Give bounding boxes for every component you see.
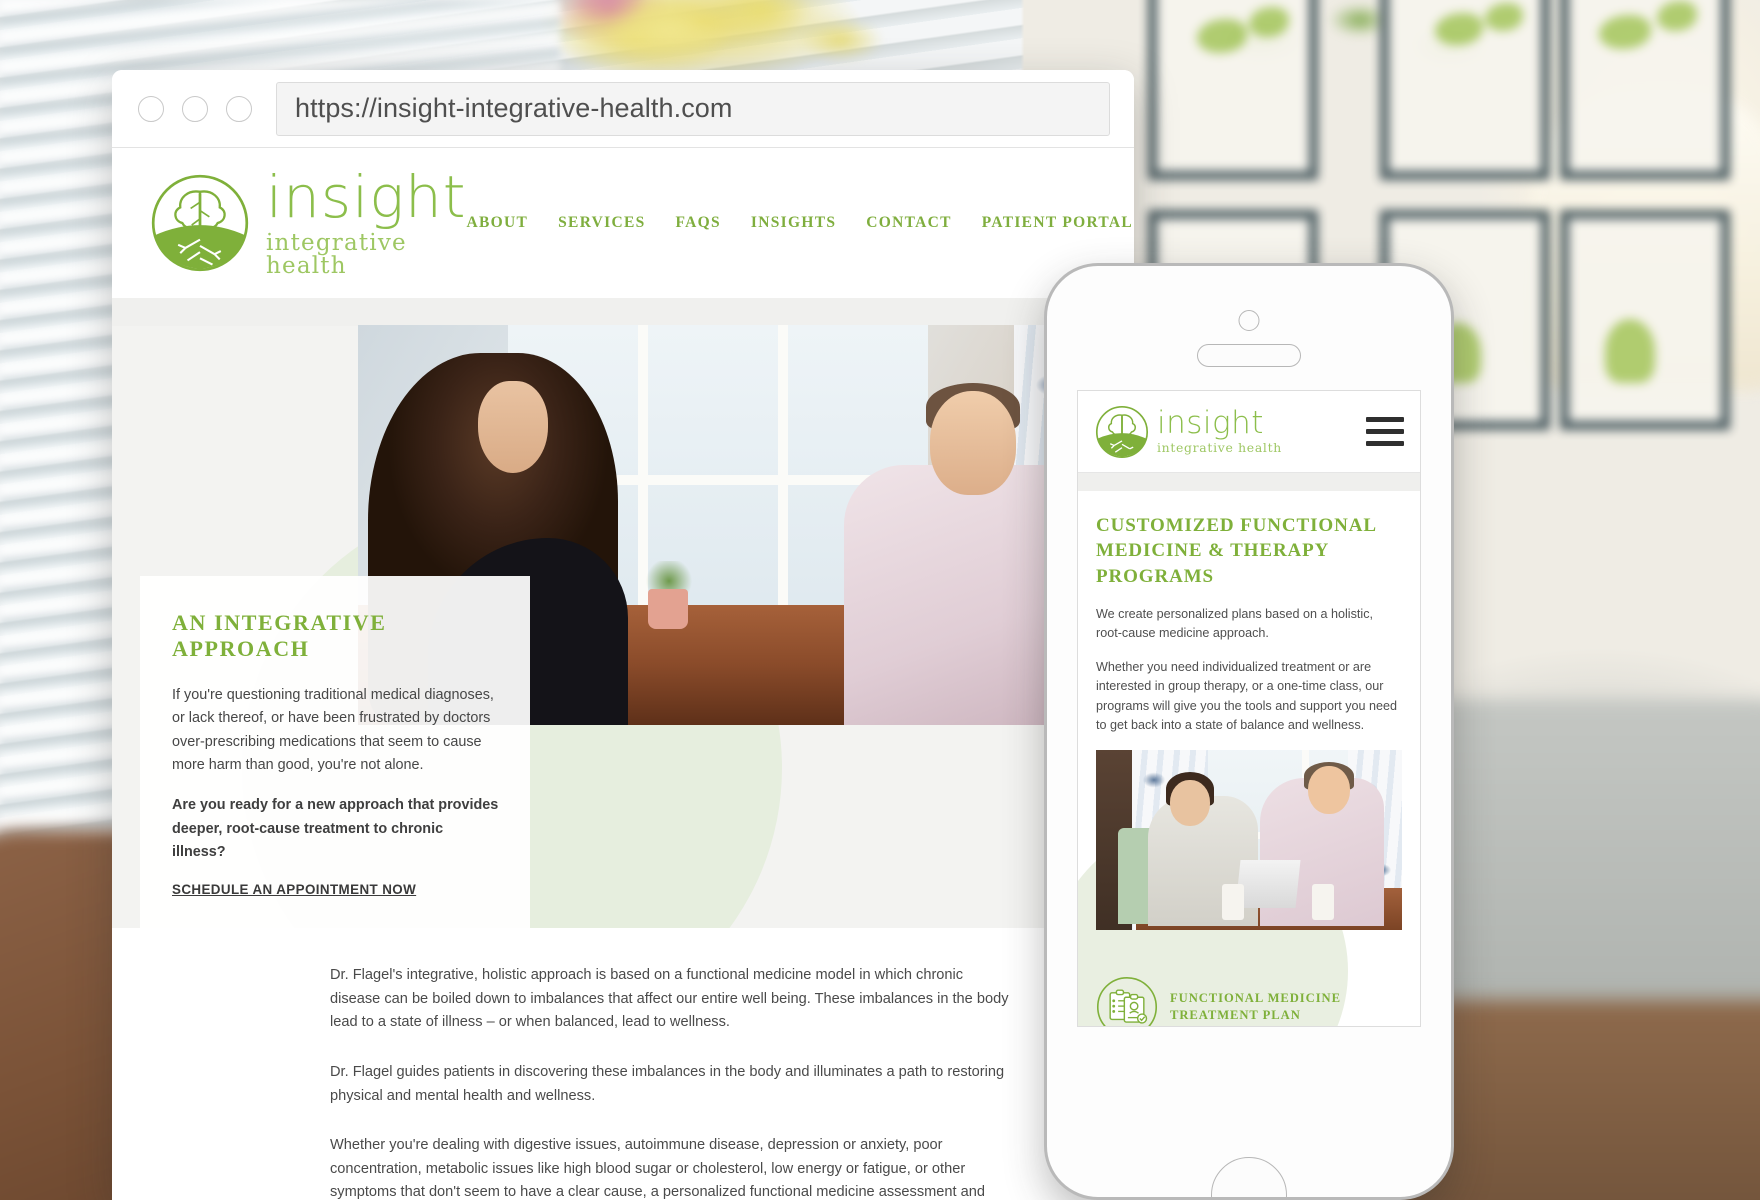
logo-wordmark: insight integrative health [266,168,467,278]
hero-section: AN INTEGRATIVE APPROACH If you're questi… [112,298,1134,928]
phone-photo-woman-head [1170,779,1210,826]
maximize-window-dot[interactable] [226,95,252,122]
hero-photo-pot [648,589,688,629]
hero-paragraph-2: Are you ready for a new approach that pr… [172,797,499,860]
phone-mockup: insight integrative health CUSTOMIZED FU… [1044,263,1454,1200]
phone-logo-tagline: integrative health [1157,440,1282,456]
close-window-dot[interactable] [138,95,164,122]
phone-service-card[interactable]: FUNCTIONAL MEDICINE TREATMENT PLAN [1078,930,1420,1026]
nav-item-faqs[interactable]: FAQS [676,214,721,232]
phone-home-button[interactable] [1211,1157,1287,1197]
phone-camera [1238,310,1260,331]
wall-frame-2 [1380,0,1550,180]
phone-paragraph-2: Whether you need individualized treatmen… [1096,659,1398,733]
schedule-appointment-link[interactable]: SCHEDULE AN APPOINTMENT NOW [172,882,416,897]
tree-brain-circle-icon [148,171,252,275]
minimize-window-dot[interactable] [182,95,208,122]
wall-frame-3 [1560,0,1730,180]
browser-toolbar: https://insight-integrative-health.com [112,70,1134,148]
hero-photo-patient-face [478,381,548,473]
intro-paragraph-2: Dr. Flagel guides patients in discoverin… [330,1063,1005,1104]
hero-text-card: AN INTEGRATIVE APPROACH If you're questi… [140,576,530,928]
phone-photo-mug-right [1312,883,1334,920]
wall-frame-6 [1560,210,1730,430]
phone-paragraph-1: We create personalized plans based on a … [1096,606,1373,641]
nav-item-about[interactable]: ABOUT [467,214,529,232]
hero-top-band [112,298,1134,326]
intro-paragraph-1: Dr. Flagel's integrative, holistic appro… [330,967,1009,1031]
address-bar[interactable]: https://insight-integrative-health.com [276,81,1110,136]
phone-photo-mug-left [1222,883,1244,920]
nav-item-services[interactable]: SERVICES [558,214,645,232]
phone-logo-wordmark: insight integrative health [1157,408,1282,454]
site-header: insight integrative health ABOUT SERVICE… [112,148,1134,298]
hamburger-menu-icon[interactable] [1366,417,1404,446]
wall-frame-1 [1148,0,1318,180]
phone-photo [1096,749,1402,930]
browser-window: https://insight-integrative-health.com i… [112,70,1134,1200]
hero-title: AN INTEGRATIVE APPROACH [172,610,387,661]
nav-item-patient-portal[interactable]: PATIENT PORTAL [982,214,1133,232]
phone-screen: insight integrative health CUSTOMIZED FU… [1077,390,1421,1027]
nav-item-insights[interactable]: INSIGHTS [751,214,836,232]
main-navigation: ABOUT SERVICES FAQS INSIGHTS CONTACT PAT… [467,214,1134,232]
site-logo[interactable]: insight integrative health [148,168,467,278]
phone-speaker [1197,344,1301,367]
window-controls[interactable] [138,95,252,122]
phone-logo-word: insight [1157,405,1264,442]
phone-content: CUSTOMIZED FUNCTIONAL MEDICINE & THERAPY… [1078,491,1420,1026]
hero-photo-doctor-head [930,391,1016,495]
phone-top-band [1078,473,1420,491]
phone-photo-man-head [1308,765,1350,814]
phone-photo-laptop [1235,859,1301,908]
phone-service-title: FUNCTIONAL MEDICINE TREATMENT PLAN [1170,991,1341,1022]
hero-paragraph-1: If you're questioning traditional medica… [172,687,494,773]
phone-section-title: CUSTOMIZED FUNCTIONAL MEDICINE & THERAPY… [1096,515,1376,587]
tree-brain-circle-icon [1094,404,1150,460]
address-bar-url: https://insight-integrative-health.com [295,93,733,123]
phone-site-header: insight integrative health [1078,391,1420,473]
nav-item-contact[interactable]: CONTACT [866,214,951,232]
intro-copy: Dr. Flagel's integrative, holistic appro… [112,928,1134,1200]
logo-tagline: integrative health [266,230,407,279]
logo-word: insight [266,163,467,231]
intro-paragraph-3: Whether you're dealing with digestive is… [330,1137,985,1200]
clipboard-checklist-icon [1096,976,1158,1026]
